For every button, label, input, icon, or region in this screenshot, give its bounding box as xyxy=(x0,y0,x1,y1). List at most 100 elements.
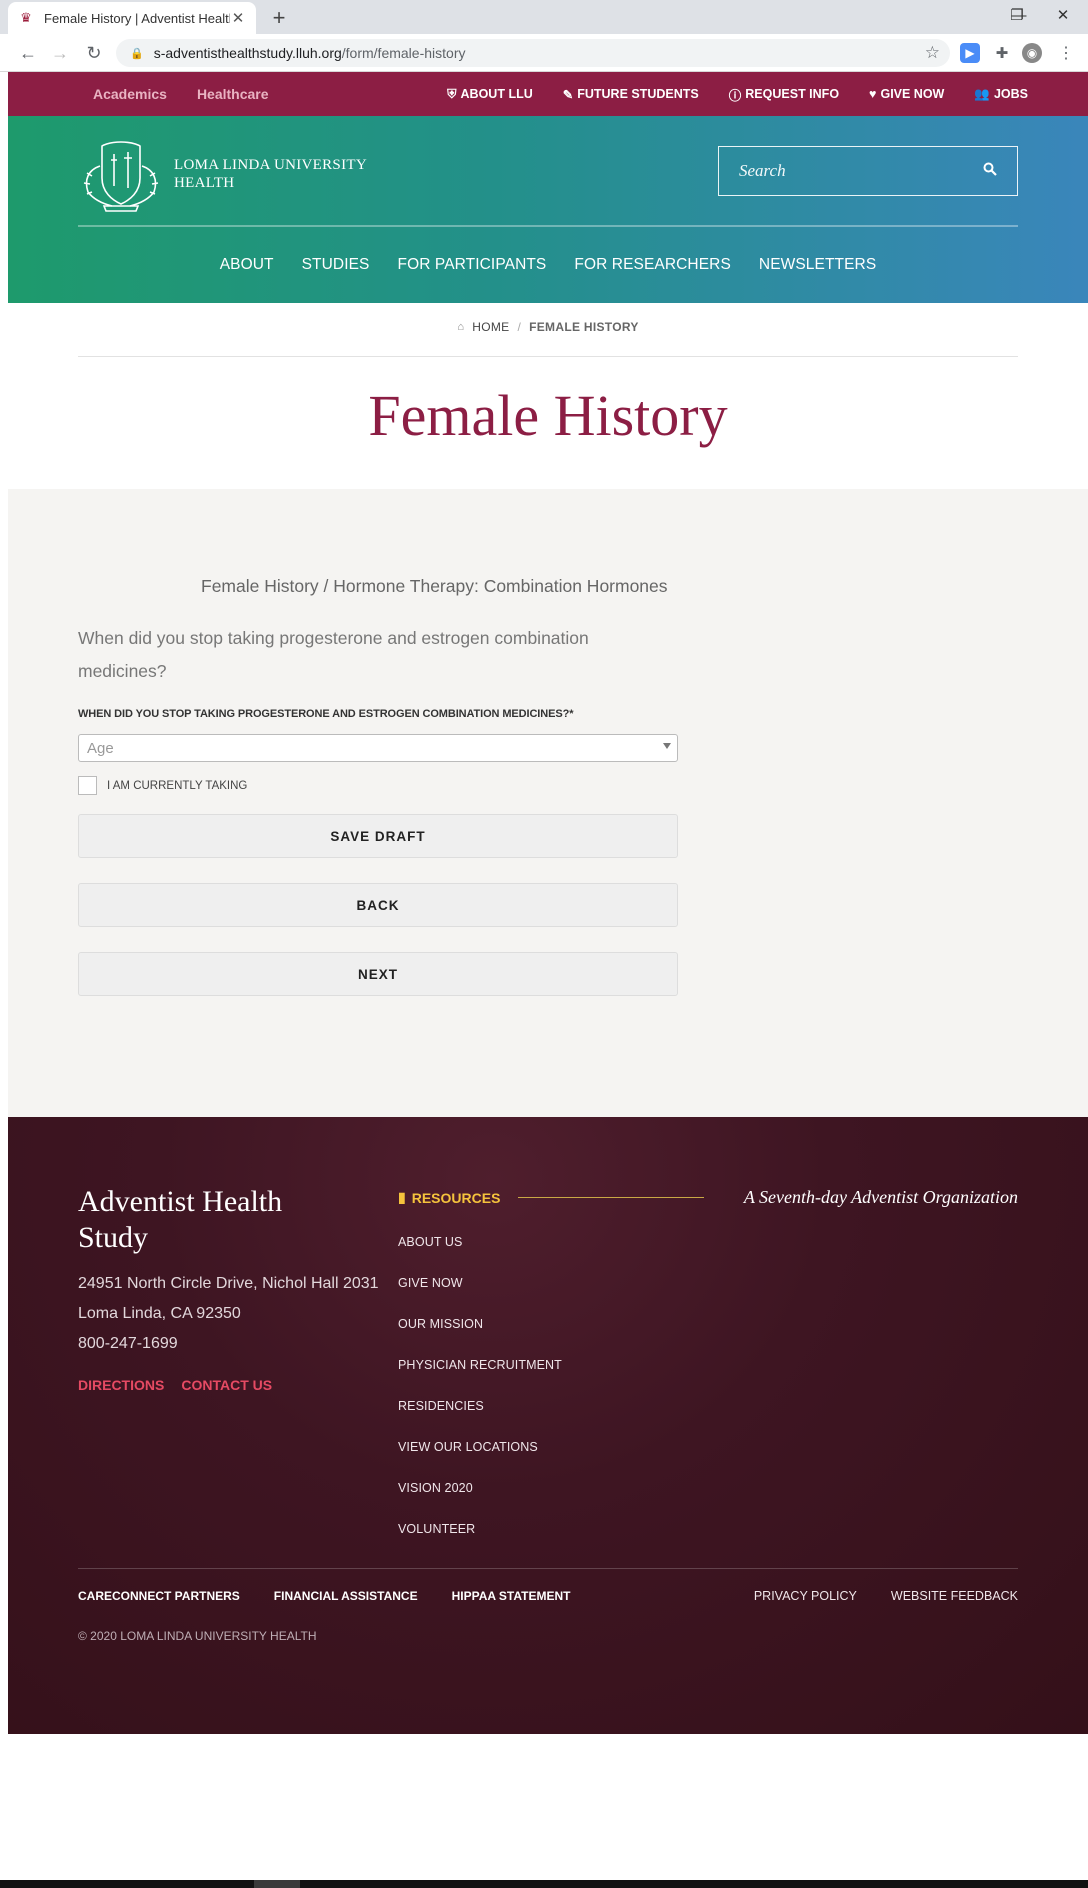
reload-icon[interactable]: ↻ xyxy=(82,41,106,65)
util-link-about-llu[interactable]: ⛨ ABOUT LLU xyxy=(447,87,533,102)
close-window-icon[interactable]: ✕ xyxy=(1040,0,1086,30)
next-button[interactable]: NEXT xyxy=(78,952,678,996)
heart-icon: ♥ xyxy=(869,87,877,101)
site-favicon-icon: ♛ xyxy=(20,10,32,25)
home-icon: ⌂ xyxy=(457,321,465,333)
url-path: /form/female-history xyxy=(341,45,466,61)
chevron-down-icon xyxy=(663,743,671,749)
taskbar-active-app[interactable] xyxy=(254,1880,300,1888)
breadcrumb-separator: / xyxy=(517,320,522,334)
save-draft-button[interactable]: SAVE DRAFT xyxy=(78,814,678,858)
os-taskbar xyxy=(0,1880,1088,1888)
back-arrow-icon[interactable]: ← xyxy=(16,41,40,65)
field-label: WHEN DID YOU STOP TAKING PROGESTERONE AN… xyxy=(78,708,574,720)
util-link-label: FUTURE STUDENTS xyxy=(577,87,699,101)
footer-tagline: A Seventh-day Adventist Organization xyxy=(743,1187,1018,1207)
address-line-2: Loma Linda, CA 92350 xyxy=(78,1305,241,1322)
university-crest-icon xyxy=(83,141,159,212)
search-icon[interactable] xyxy=(983,162,997,181)
info-icon: ⓘ xyxy=(728,88,742,103)
nav-about[interactable]: ABOUT xyxy=(220,256,274,274)
resource-link-view-our-locations[interactable]: VIEW OUR LOCATIONS xyxy=(398,1440,562,1481)
resource-link-vision-2020[interactable]: VISION 2020 xyxy=(398,1481,562,1522)
util-link-healthcare[interactable]: Healthcare xyxy=(197,86,269,102)
form-section: Female History / Hormone Therapy: Combin… xyxy=(8,489,1088,1117)
age-select-value: Age xyxy=(87,739,114,757)
contact-us-link[interactable]: CONTACT US xyxy=(181,1377,272,1393)
resources-heading-label: RESOURCES xyxy=(411,1189,501,1206)
restore-icon[interactable]: ❐ xyxy=(994,0,1040,30)
age-select[interactable]: Age xyxy=(78,734,678,762)
util-link-label: JOBS xyxy=(993,87,1028,101)
zoom-extension-icon[interactable]: ▶ xyxy=(960,43,980,63)
browser-tab-strip: ♛ Female History | Adventist Health ✕ + … xyxy=(0,0,1088,34)
currently-taking-checkbox-row[interactable]: I AM CURRENTLY TAKING xyxy=(78,776,247,795)
page-title: Female History xyxy=(368,383,728,448)
directions-link[interactable]: DIRECTIONS xyxy=(78,1377,164,1393)
tab-title: Female History | Adventist Health xyxy=(44,10,230,26)
shield-icon: ⛨ xyxy=(447,86,457,101)
site-logo[interactable]: LOMA LINDA UNIVERSITY HEALTH xyxy=(78,136,367,212)
footer-org-name: Adventist Health Study xyxy=(78,1185,283,1254)
utility-bar: Academics Healthcare ⛨ ABOUT LLU ✎ FUTURE … xyxy=(8,72,1088,116)
copyright: © 2020 LOMA LINDA UNIVERSITY HEALTH xyxy=(78,1629,317,1643)
hippaa-statement-link[interactable]: HIPPAA STATEMENT xyxy=(452,1589,571,1603)
extensions-puzzle-icon[interactable]: ✚ xyxy=(992,43,1012,63)
lock-icon: 🔒 xyxy=(130,47,144,60)
pencil-icon: ✎ xyxy=(562,87,574,102)
careconnect-partners-link[interactable]: CARECONNECT PARTNERS xyxy=(78,1589,240,1603)
privacy-policy-link[interactable]: PRIVACY POLICY xyxy=(754,1589,857,1603)
footer-bottom-links-left: CARECONNECT PARTNERS FINANCIAL ASSISTANC… xyxy=(78,1589,570,1603)
website-feedback-link[interactable]: WEBSITE FEEDBACK xyxy=(891,1589,1018,1603)
nav-newsletters[interactable]: NEWSLETTERS xyxy=(759,256,876,274)
url-field[interactable]: 🔒 s-adventisthealthstudy.lluh.org/form/f… xyxy=(116,39,950,67)
browser-menu-icon[interactable]: ⋮ xyxy=(1056,43,1076,63)
breadcrumb-home[interactable]: HOME xyxy=(472,320,509,334)
util-link-jobs[interactable]: 👥 JOBS xyxy=(974,87,1028,102)
util-link-academics[interactable]: Academics xyxy=(93,86,167,102)
site-header: LOMA LINDA UNIVERSITY HEALTH Search ABOU… xyxy=(8,116,1088,303)
bookmark-star-icon[interactable]: ☆ xyxy=(925,43,940,63)
resource-link-volunteer[interactable]: VOLUNTEER xyxy=(398,1522,562,1563)
footer-divider xyxy=(78,1568,1018,1569)
resource-link-about-us[interactable]: ABOUT US xyxy=(398,1235,562,1276)
util-link-label: REQUEST INFO xyxy=(745,87,840,101)
footer-phone[interactable]: 800-247-1699 xyxy=(78,1329,379,1359)
util-link-request-info[interactable]: ⓘ REQUEST INFO xyxy=(729,85,839,104)
util-link-give-now[interactable]: ♥ GIVE NOW xyxy=(869,87,944,101)
site-search-input[interactable]: Search xyxy=(718,146,1018,196)
nav-studies[interactable]: STUDIES xyxy=(302,256,370,274)
form-section-title: Female History / Hormone Therapy: Combin… xyxy=(201,576,668,596)
currently-taking-checkbox[interactable] xyxy=(78,776,97,795)
footer-action-links: DIRECTIONS CONTACT US xyxy=(78,1377,272,1393)
breadcrumb: ⌂ HOME / FEMALE HISTORY xyxy=(8,320,1088,334)
breadcrumb-current: FEMALE HISTORY xyxy=(529,320,639,334)
logo-line-2: HEALTH xyxy=(174,175,235,191)
footer-address: 24951 North Circle Drive, Nichol Hall 20… xyxy=(78,1269,379,1359)
breadcrumb-divider xyxy=(78,356,1018,357)
browser-tab[interactable]: ♛ Female History | Adventist Health ✕ xyxy=(8,2,256,34)
tab-close-icon[interactable]: ✕ xyxy=(230,9,246,27)
resources-heading-rule xyxy=(518,1197,705,1198)
form-question: When did you stop taking progesterone an… xyxy=(78,628,589,681)
resource-link-our-mission[interactable]: OUR MISSION xyxy=(398,1317,562,1358)
url-host: s-adventisthealthstudy.lluh.org xyxy=(153,45,342,61)
back-button[interactable]: BACK xyxy=(78,883,678,927)
checkbox-label: I AM CURRENTLY TAKING xyxy=(107,779,248,792)
resources-heading: ▮ RESOURCES xyxy=(398,1189,705,1206)
util-link-label: GIVE NOW xyxy=(880,87,945,101)
forward-arrow-icon[interactable]: → xyxy=(48,41,72,65)
resource-link-give-now[interactable]: GIVE NOW xyxy=(398,1276,562,1317)
financial-assistance-link[interactable]: FINANCIAL ASSISTANCE xyxy=(274,1589,418,1603)
util-link-future-students[interactable]: ✎ FUTURE STUDENTS xyxy=(563,87,699,102)
search-placeholder: Search xyxy=(739,161,786,180)
resource-link-residencies[interactable]: RESIDENCIES xyxy=(398,1399,562,1440)
util-link-label: ABOUT LLU xyxy=(460,87,533,101)
nav-for-researchers[interactable]: FOR RESEARCHERS xyxy=(574,256,731,274)
nav-for-participants[interactable]: FOR PARTICIPANTS xyxy=(398,256,547,274)
profile-avatar-icon[interactable]: ◉ xyxy=(1022,43,1042,63)
resource-link-physician-recruitment[interactable]: PHYSICIAN RECRUITMENT xyxy=(398,1358,562,1399)
resources-list: ABOUT US GIVE NOW OUR MISSION PHYSICIAN … xyxy=(398,1235,562,1563)
address-line-1: 24951 North Circle Drive, Nichol Hall 20… xyxy=(78,1275,379,1292)
new-tab-icon[interactable]: + xyxy=(268,5,290,31)
